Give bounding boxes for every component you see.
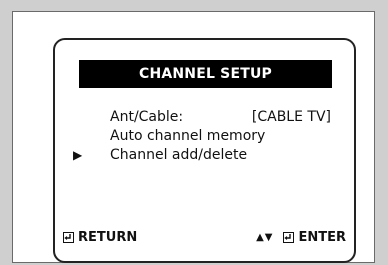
- button-guide: RETURN ▲▼ ENTER: [63, 230, 346, 250]
- menu-item-auto-channel-memory[interactable]: Auto channel memory: [73, 127, 343, 146]
- tv-screen: CHANNEL SETUP Ant/Cable: [CABLE TV] Auto…: [53, 38, 356, 263]
- return-hint: RETURN: [63, 230, 137, 245]
- menu-item-label: Ant/Cable:: [110, 109, 184, 125]
- enter-label: ENTER: [298, 230, 346, 245]
- channel-setup-menu: Ant/Cable: [CABLE TV] Auto channel memor…: [73, 108, 343, 165]
- enter-hint: ▲▼ ENTER: [256, 230, 346, 245]
- manual-figure-frame: CHANNEL SETUP Ant/Cable: [CABLE TV] Auto…: [12, 11, 375, 263]
- menu-item-label: Auto channel memory: [110, 128, 266, 144]
- selection-cursor: ▶: [73, 148, 83, 162]
- return-label: RETURN: [78, 230, 138, 245]
- menu-title: CHANNEL SETUP: [79, 60, 332, 88]
- enter-key-icon: [283, 232, 295, 243]
- menu-item-channel-add-delete[interactable]: ▶ Channel add/delete: [73, 146, 343, 165]
- return-key-icon: [63, 232, 74, 243]
- menu-item-ant-cable[interactable]: Ant/Cable: [CABLE TV]: [73, 108, 343, 127]
- menu-item-label: Channel add/delete: [110, 147, 248, 163]
- menu-item-value: [CABLE TV]: [251, 109, 331, 125]
- up-down-arrows-icon: ▲▼: [256, 232, 274, 243]
